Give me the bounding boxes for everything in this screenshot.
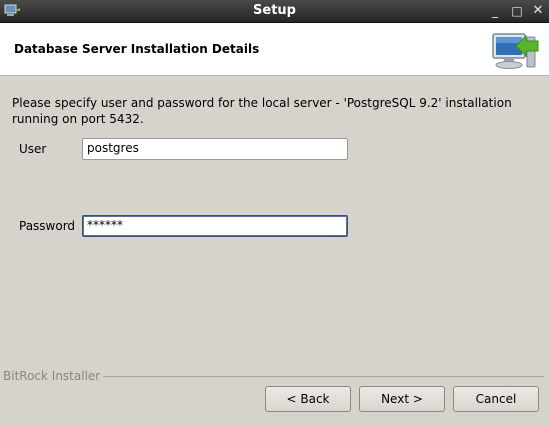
- page-title: Database Server Installation Details: [14, 42, 260, 56]
- description-text: Please specify user and password for the…: [12, 96, 512, 126]
- header-panel: Database Server Installation Details: [0, 23, 549, 76]
- password-field[interactable]: ******: [82, 215, 348, 237]
- user-label: User: [19, 142, 47, 156]
- password-label: Password: [19, 219, 76, 233]
- title-bar: Setup _ □ ✕: [0, 0, 549, 23]
- computer-install-icon: [492, 33, 539, 69]
- window-title: Setup: [253, 3, 296, 18]
- minimize-button[interactable]: _: [486, 2, 504, 20]
- next-button[interactable]: Next >: [359, 386, 445, 412]
- user-field[interactable]: postgres: [82, 138, 348, 160]
- back-button[interactable]: < Back: [265, 386, 351, 412]
- footer-separator: [100, 376, 544, 377]
- maximize-button[interactable]: □: [508, 2, 526, 20]
- cancel-button[interactable]: Cancel: [453, 386, 539, 412]
- close-button[interactable]: ✕: [529, 2, 547, 20]
- brand-label: BitRock Installer: [3, 369, 104, 383]
